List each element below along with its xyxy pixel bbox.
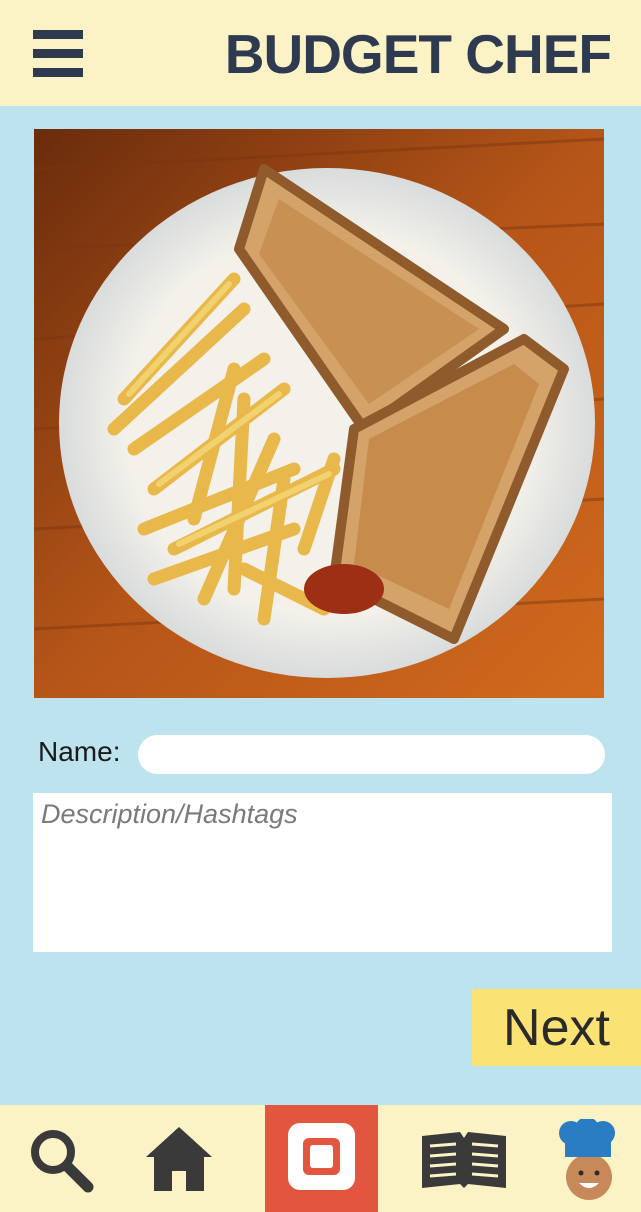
app-title: BUDGET CHEF bbox=[224, 23, 612, 85]
home-icon bbox=[146, 1127, 212, 1191]
next-button[interactable]: Next bbox=[472, 989, 641, 1066]
chef-avatar-icon bbox=[559, 1119, 615, 1200]
recipe-book-icon bbox=[422, 1132, 506, 1188]
description-field[interactable] bbox=[33, 793, 612, 952]
tab-profile[interactable] bbox=[545, 1105, 641, 1212]
camera-capture-icon bbox=[288, 1123, 355, 1190]
name-label: Name: bbox=[38, 736, 121, 767]
tab-camera[interactable] bbox=[265, 1105, 378, 1212]
tab-home[interactable] bbox=[132, 1105, 232, 1212]
search-icon bbox=[31, 1130, 94, 1193]
app-header: BUDGET CHEF bbox=[0, 0, 641, 106]
food-photo bbox=[34, 129, 604, 698]
hamburger-menu-icon[interactable] bbox=[33, 30, 83, 78]
tab-recipes[interactable] bbox=[410, 1105, 520, 1212]
tab-search[interactable] bbox=[0, 1105, 120, 1212]
name-field[interactable] bbox=[138, 735, 605, 774]
bottom-tab-bar bbox=[0, 1105, 641, 1212]
